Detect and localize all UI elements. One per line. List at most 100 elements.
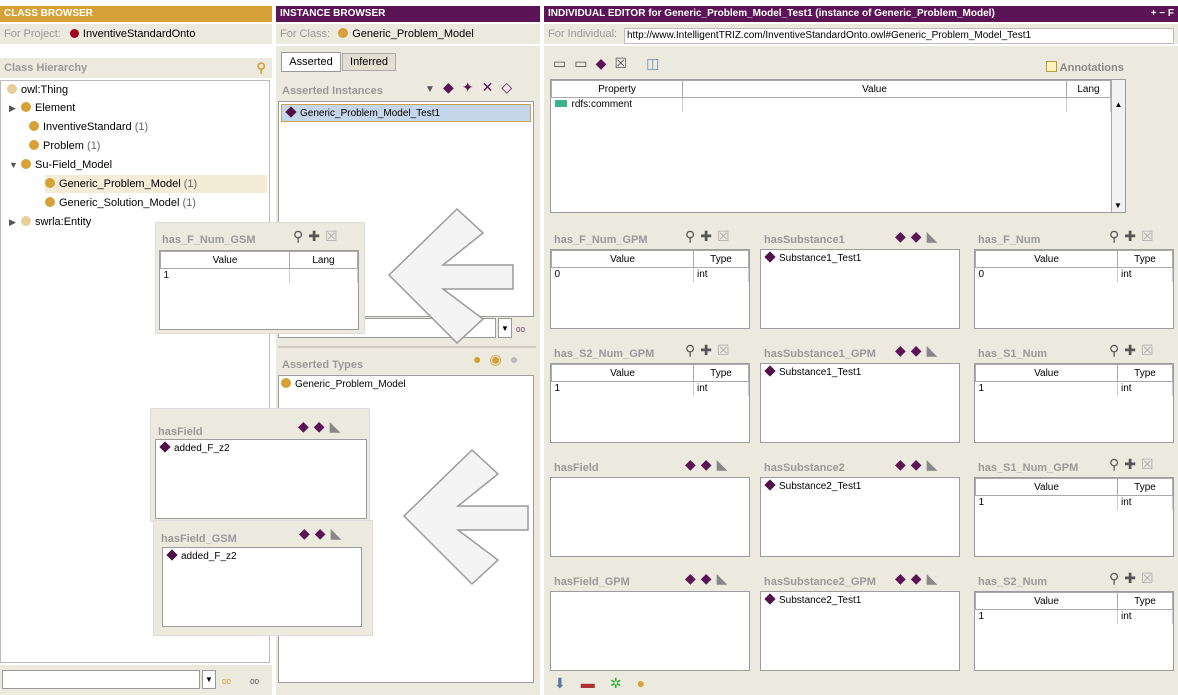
list-item[interactable]: Substance1_Test1	[761, 250, 959, 268]
remove-instance-icon[interactable]: ◣	[927, 229, 938, 243]
delete-icon[interactable]: ☒	[717, 343, 730, 357]
delete-icon[interactable]: ☒	[1141, 571, 1154, 585]
add-type-icon[interactable]: ●	[473, 352, 481, 366]
col-value[interactable]: Value	[975, 364, 1118, 382]
value-cell[interactable]: 0	[975, 267, 1118, 282]
create-instance-icon[interactable]: ◆	[701, 571, 712, 585]
annotations-scrollbar[interactable]: ▲ ▼	[1111, 80, 1125, 212]
col-type[interactable]: Type	[1117, 592, 1173, 610]
search-icon[interactable]: ⚲	[1109, 457, 1119, 471]
collapse-icon[interactable]: ▼	[9, 156, 21, 174]
create-instance-icon[interactable]: ◆	[911, 457, 922, 471]
tree-item-inventive-standard[interactable]: InventiveStandard (1)	[29, 118, 148, 136]
remove-instance-icon[interactable]: ◣	[927, 457, 938, 471]
has-field-gsm-list[interactable]: added_F_z2	[162, 547, 362, 627]
tree-item-generic-solution-model[interactable]: Generic_Solution_Model (1)	[45, 194, 196, 212]
class-search-input[interactable]	[2, 670, 200, 689]
export-icon[interactable]: ⬇	[554, 676, 566, 690]
find-icon[interactable]: ₒₒ	[222, 672, 231, 686]
annotations-table[interactable]: Property Value Lang rdfs:comment ▲ ▼	[550, 79, 1126, 213]
lang-cell[interactable]	[1066, 97, 1111, 112]
has-s1-num-gpm-table[interactable]: Value Type 1 int	[974, 477, 1174, 557]
table-row[interactable]: 1 int	[975, 381, 1173, 396]
value-cell[interactable]	[682, 97, 1067, 112]
expand-icon[interactable]: ▶	[9, 99, 21, 117]
bug-icon[interactable]: ✲	[610, 676, 622, 690]
annotation-row[interactable]: rdfs:comment	[551, 97, 1111, 112]
tree-item-generic-problem-model[interactable]: Generic_Problem_Model (1)	[45, 175, 267, 193]
delete-instance-icon[interactable]: ✕	[482, 80, 494, 94]
col-value[interactable]: Value	[682, 80, 1067, 98]
remove-instance-icon[interactable]: ◣	[717, 457, 728, 471]
table-row[interactable]: 1 int	[551, 381, 749, 396]
create-instance-icon[interactable]: ◆	[911, 343, 922, 357]
search-icon[interactable]: ⚲	[293, 229, 303, 243]
has-field-overlay-list[interactable]: added_F_z2	[155, 439, 367, 519]
col-property[interactable]: Property	[551, 80, 683, 98]
create-instance-icon[interactable]: ◆	[911, 571, 922, 585]
value-cell[interactable]: 1	[975, 495, 1118, 510]
has-field-gpm-list[interactable]	[550, 591, 750, 671]
col-value[interactable]: Value	[551, 364, 694, 382]
search-icon[interactable]: ⚲	[1109, 343, 1119, 357]
add-icon[interactable]: ✚	[700, 343, 712, 357]
has-substance1-list[interactable]: Substance1_Test1	[760, 249, 960, 329]
search-icon[interactable]: ⚲	[1109, 229, 1119, 243]
create-instance-icon[interactable]: ◆	[314, 419, 325, 433]
remove-instance-icon[interactable]: ◣	[927, 571, 938, 585]
delete-icon[interactable]: ☒	[1141, 457, 1154, 471]
delete-icon[interactable]: ☒	[325, 229, 338, 243]
tab-asserted[interactable]: Asserted	[281, 52, 341, 72]
create-instance-icon[interactable]: ◆	[315, 526, 326, 540]
has-f-num-gpm-table[interactable]: Value Type 0 int	[550, 249, 750, 329]
col-type[interactable]: Type	[1117, 478, 1173, 496]
add-instance-icon[interactable]: ◆	[895, 571, 906, 585]
col-value[interactable]: Value	[975, 250, 1118, 268]
col-value[interactable]: Value	[551, 250, 694, 268]
value-cell[interactable]: 0	[551, 267, 694, 282]
value-cell[interactable]: 1	[160, 268, 290, 283]
tree-item-owl-thing[interactable]: owl:Thing	[7, 81, 68, 99]
col-lang[interactable]: Lang	[289, 251, 358, 269]
list-item[interactable]: added_F_z2	[156, 440, 366, 458]
add-instance-icon[interactable]: ◆	[299, 526, 310, 540]
value-cell[interactable]: 1	[975, 609, 1118, 624]
tree-item-swrla-entity[interactable]: ▶ swrla:Entity	[9, 213, 91, 231]
add-instance-icon[interactable]: ◆	[685, 571, 696, 585]
delete-icon[interactable]: ☒	[717, 229, 730, 243]
create-type-icon[interactable]: ◉	[490, 352, 502, 366]
edit-instance-icon[interactable]: ◇	[501, 80, 512, 94]
add-instance-icon[interactable]: ◆	[685, 457, 696, 471]
has-s1-num-table[interactable]: Value Type 1 int	[974, 363, 1174, 443]
create-instance-icon[interactable]: ◆	[911, 229, 922, 243]
tree-item-su-field-model[interactable]: ▼ Su-Field_Model	[9, 156, 112, 174]
add-icon[interactable]: ✚	[1124, 229, 1136, 243]
table-row[interactable]: 0 int	[975, 267, 1173, 282]
add-icon[interactable]: ✚	[1124, 457, 1136, 471]
tab-inferred[interactable]: Inferred	[342, 53, 396, 71]
has-substance1-gpm-list[interactable]: Substance1_Test1	[760, 363, 960, 443]
type-item[interactable]: Generic_Problem_Model	[279, 376, 533, 394]
has-field-list[interactable]	[550, 477, 750, 557]
col-value[interactable]: Value	[160, 251, 290, 269]
create-instance-icon[interactable]: ◆	[701, 457, 712, 471]
has-substance2-list[interactable]: Substance2_Test1	[760, 477, 960, 557]
col-value[interactable]: Value	[975, 592, 1118, 610]
col-type[interactable]: Type	[693, 364, 749, 382]
new-class-icon[interactable]: ●	[637, 676, 645, 690]
has-substance2-gpm-list[interactable]: Substance2_Test1	[760, 591, 960, 671]
new-resource-icon[interactable]: ▭	[553, 56, 566, 70]
value-cell[interactable]: 1	[551, 381, 694, 396]
layout-icon[interactable]: ◫	[646, 56, 659, 70]
delete-icon[interactable]: ☒	[1141, 343, 1154, 357]
individual-uri-field[interactable]: http://www.IntelligentTRIZ.com/Inventive…	[624, 28, 1174, 44]
search-icon[interactable]: ⚲	[1109, 571, 1119, 585]
find-all-icon[interactable]: ₒₒ	[250, 672, 259, 686]
create-instance-icon[interactable]: ◆	[443, 80, 454, 94]
expand-icon[interactable]: ▶	[9, 213, 21, 231]
tree-item-element[interactable]: ▶ Element	[9, 99, 75, 117]
table-row[interactable]: 1 int	[975, 609, 1173, 624]
remove-type-icon[interactable]: ●	[510, 352, 518, 366]
add-icon[interactable]: ✚	[1124, 343, 1136, 357]
annotations-toggle[interactable]: Annotations	[1046, 61, 1124, 74]
